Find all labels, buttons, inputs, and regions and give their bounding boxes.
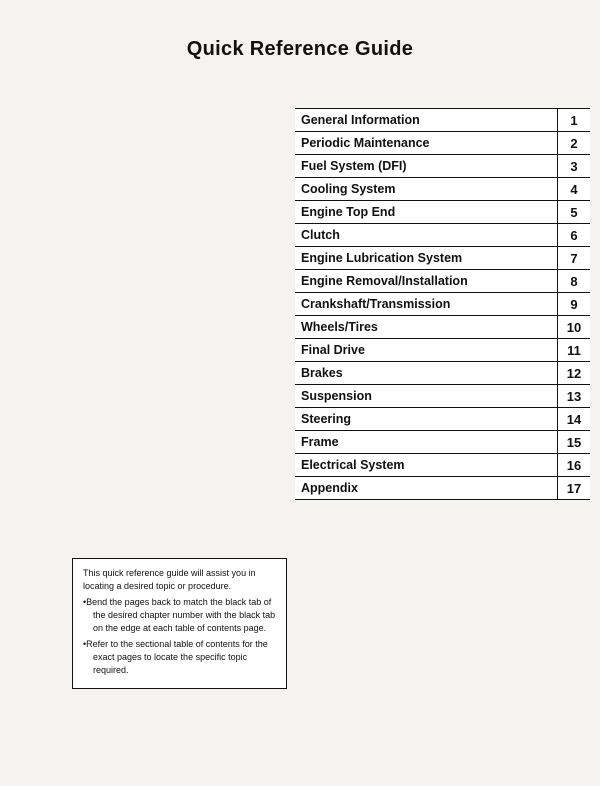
toc-number: 3	[558, 155, 590, 177]
toc-number: 12	[558, 362, 590, 384]
toc-row: Cooling System4	[295, 177, 590, 200]
toc-number: 11	[558, 339, 590, 361]
toc-number: 4	[558, 178, 590, 200]
toc-label: Clutch	[295, 224, 558, 246]
toc-row: Engine Lubrication System7	[295, 246, 590, 269]
toc-label: Suspension	[295, 385, 558, 407]
toc-number: 14	[558, 408, 590, 430]
toc-row: General Information1	[295, 108, 590, 131]
toc-label: Final Drive	[295, 339, 558, 361]
toc-number: 16	[558, 454, 590, 476]
note-bullet1: •Bend the pages back to match the black …	[83, 596, 276, 635]
toc-row: Wheels/Tires10	[295, 315, 590, 338]
toc-row: Electrical System16	[295, 453, 590, 476]
toc-label: Electrical System	[295, 454, 558, 476]
toc-row: Frame15	[295, 430, 590, 453]
toc-label: Engine Removal/Installation	[295, 270, 558, 292]
toc-label: Fuel System (DFI)	[295, 155, 558, 177]
toc-number: 10	[558, 316, 590, 338]
toc-number: 9	[558, 293, 590, 315]
toc-row: Suspension13	[295, 384, 590, 407]
toc-number: 2	[558, 132, 590, 154]
toc-number: 5	[558, 201, 590, 223]
toc-number: 8	[558, 270, 590, 292]
note-intro: This quick reference guide will assist y…	[83, 567, 276, 593]
toc-row: Engine Top End5	[295, 200, 590, 223]
page: Quick Reference Guide General Informatio…	[0, 0, 600, 786]
toc-label: Wheels/Tires	[295, 316, 558, 338]
toc-row: Final Drive11	[295, 338, 590, 361]
toc-row: Appendix17	[295, 476, 590, 500]
toc-number: 13	[558, 385, 590, 407]
note-bullet2: •Refer to the sectional table of content…	[83, 638, 276, 677]
toc-row: Steering14	[295, 407, 590, 430]
toc-label: General Information	[295, 109, 558, 131]
toc-number: 6	[558, 224, 590, 246]
toc-label: Brakes	[295, 362, 558, 384]
toc-label: Engine Lubrication System	[295, 247, 558, 269]
toc-row: Brakes12	[295, 361, 590, 384]
toc-row: Periodic Maintenance2	[295, 131, 590, 154]
toc-label: Appendix	[295, 477, 558, 499]
toc-number: 1	[558, 109, 590, 131]
toc-label: Periodic Maintenance	[295, 132, 558, 154]
toc-label: Steering	[295, 408, 558, 430]
toc-number: 15	[558, 431, 590, 453]
toc-label: Crankshaft/Transmission	[295, 293, 558, 315]
note-box: This quick reference guide will assist y…	[72, 558, 287, 689]
toc-container: General Information1Periodic Maintenance…	[295, 108, 590, 500]
page-title: Quick Reference Guide	[0, 0, 600, 79]
toc-number: 17	[558, 477, 590, 499]
toc-label: Engine Top End	[295, 201, 558, 223]
toc-row: Crankshaft/Transmission9	[295, 292, 590, 315]
toc-row: Clutch6	[295, 223, 590, 246]
toc-label: Cooling System	[295, 178, 558, 200]
toc-row: Fuel System (DFI)3	[295, 154, 590, 177]
toc-number: 7	[558, 247, 590, 269]
toc-label: Frame	[295, 431, 558, 453]
toc-row: Engine Removal/Installation8	[295, 269, 590, 292]
